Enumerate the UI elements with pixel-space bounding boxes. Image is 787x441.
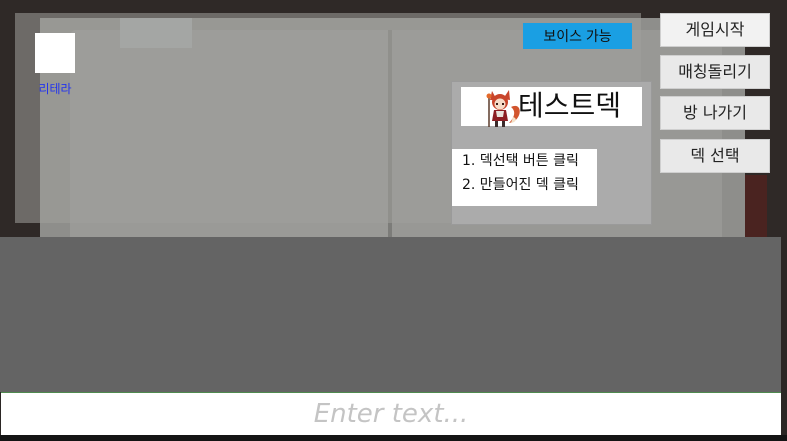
deck-title-box: 테스트덱 — [461, 87, 642, 127]
leave-room-button[interactable]: 방 나가기 — [660, 96, 770, 130]
select-deck-button[interactable]: 덱 선택 — [660, 139, 770, 173]
deck-instructions: 1. 덱선택 버튼 클릭 2. 만들어진 덱 클릭 — [452, 149, 597, 206]
bottom-bar — [0, 435, 787, 441]
matching-button[interactable]: 매칭돌리기 — [660, 55, 770, 89]
deck-card[interactable]: 테스트덱 1. 덱선택 버튼 클릭 2. 만들어진 덱 클릭 — [451, 81, 652, 225]
voice-available-badge: 보이스 가능 — [523, 23, 632, 49]
background-book-strap — [745, 175, 767, 240]
deck-title: 테스트덱 — [518, 89, 622, 122]
deck-instruction-step: 2. 만들어진 덱 클릭 — [462, 177, 579, 193]
deck-instruction-step: 1. 덱선택 버튼 클릭 — [462, 153, 579, 169]
fox-character-icon — [486, 90, 520, 127]
player-name: 리테라 — [38, 82, 72, 96]
chat-input[interactable] — [1, 392, 781, 435]
start-game-button[interactable]: 게임시작 — [660, 13, 770, 47]
chat-log[interactable] — [0, 237, 781, 392]
player-avatar-slot[interactable] — [35, 33, 75, 73]
